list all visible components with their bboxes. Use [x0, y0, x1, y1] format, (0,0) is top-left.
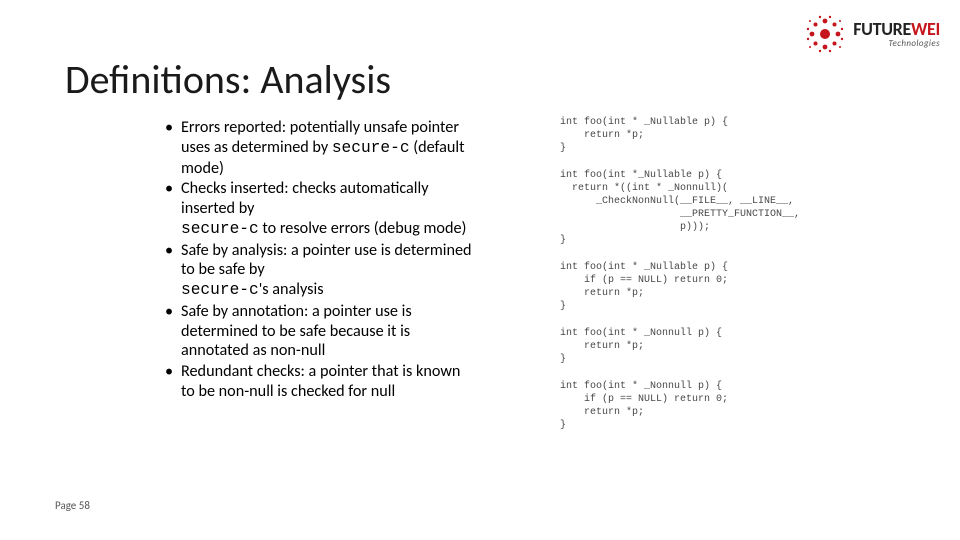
- page-number: Page 58: [55, 499, 90, 512]
- code-snippet: int foo(int * _Nonnull p) { if (p == NUL…: [560, 380, 920, 432]
- code-snippet: int foo(int * _Nonnull p) { return *p; }: [560, 327, 920, 366]
- bullet-item: Safe by analysis: a pointer use is deter…: [165, 241, 475, 301]
- logo-subtitle: Technologies: [853, 39, 940, 48]
- bullet-list: Errors reported: potentially unsafe poin…: [165, 118, 475, 403]
- code-snippet: int foo(int * _Nullable p) { return *p; …: [560, 116, 920, 155]
- logo-mark-icon: [803, 12, 847, 56]
- bullet-item: Checks inserted: checks automatically in…: [165, 179, 475, 239]
- bullet-item: Redundant checks: a pointer that is know…: [165, 362, 475, 402]
- code-snippet: int foo(int * _Nullable p) { if (p == NU…: [560, 261, 920, 313]
- bullet-item: Errors reported: potentially unsafe poin…: [165, 118, 475, 178]
- logo: FUTUREWEI Technologies: [803, 12, 940, 56]
- code-snippet: int foo(int *_Nullable p) { return *((in…: [560, 169, 920, 247]
- code-examples: int foo(int * _Nullable p) { return *p; …: [560, 116, 920, 446]
- logo-word-future: FUTURE: [853, 18, 911, 40]
- bullet-item: Safe by annotation: a pointer use is det…: [165, 302, 475, 361]
- logo-word-wei: WEI: [911, 18, 940, 40]
- logo-wordmark: FUTUREWEI: [853, 20, 940, 38]
- slide-title: Definitions: Analysis: [65, 55, 391, 104]
